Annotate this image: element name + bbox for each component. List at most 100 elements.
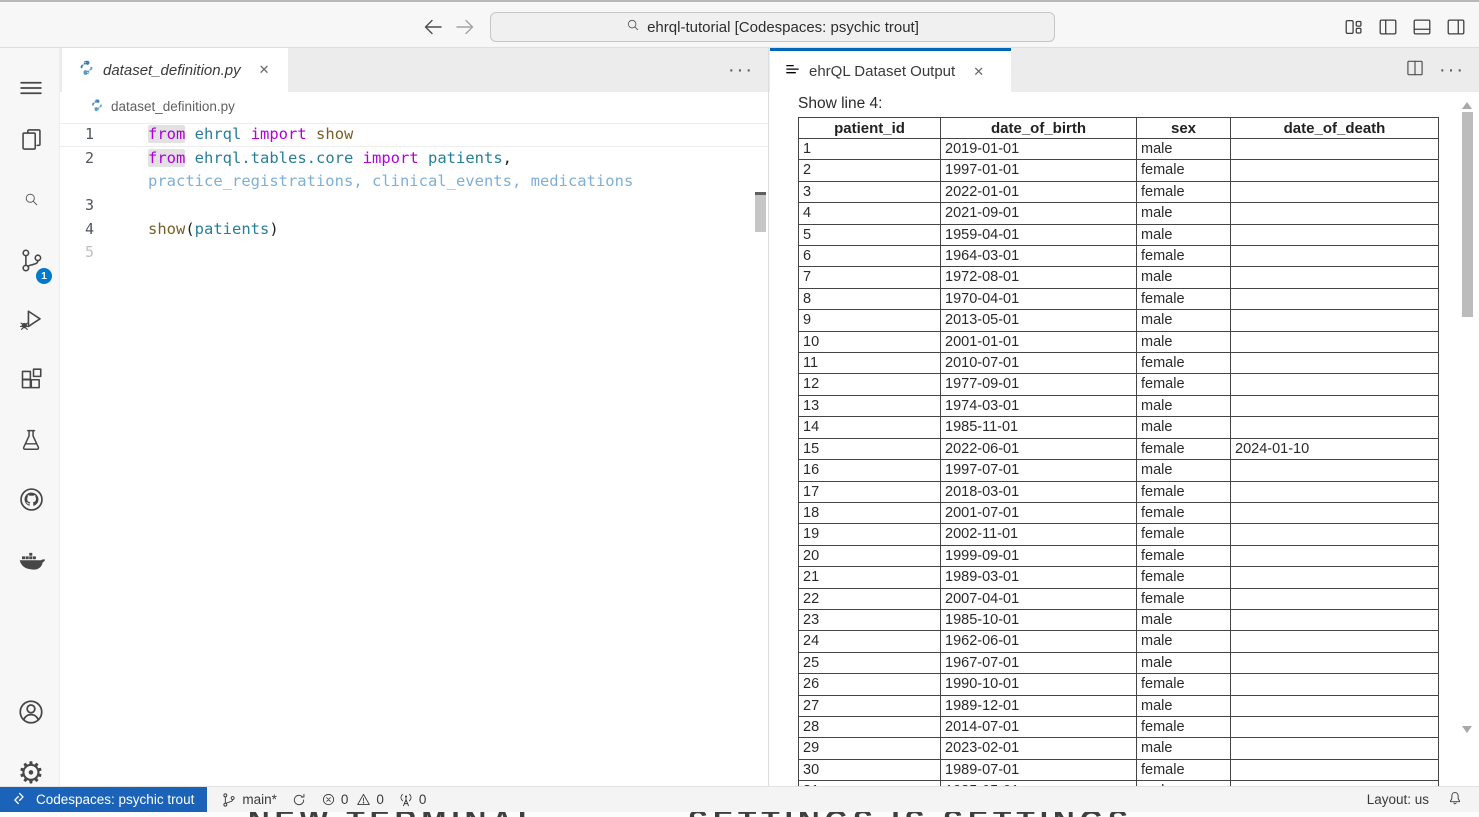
table-cell xyxy=(1231,567,1439,588)
table-cell: 1997-07-01 xyxy=(941,460,1137,481)
tab-dataset-definition[interactable]: dataset_definition.py ✕ xyxy=(62,48,288,92)
tab-ehrql-dataset-output[interactable]: ehrQL Dataset Output ✕ xyxy=(770,48,1011,92)
remote-indicator[interactable]: Codespaces: psychic trout xyxy=(0,787,207,813)
sidebar-item-search[interactable] xyxy=(13,184,49,220)
table-cell: 9 xyxy=(799,310,941,331)
table-row: 42021-09-01male xyxy=(799,203,1439,224)
table-cell: male xyxy=(1137,139,1231,160)
table-cell: female xyxy=(1137,502,1231,523)
branch-status[interactable]: main* xyxy=(221,792,277,808)
sidebar-item-source-control[interactable]: 1 xyxy=(13,245,49,281)
ports-status[interactable]: 0 xyxy=(398,792,427,808)
table-row: 81970-04-01female xyxy=(799,288,1439,309)
search-icon xyxy=(626,18,640,36)
code-line[interactable]: 5 xyxy=(60,241,768,265)
table-row: 261990-10-01female xyxy=(799,674,1439,695)
toggle-primary-sidebar-icon[interactable] xyxy=(1377,16,1399,38)
nav-forward-button[interactable] xyxy=(452,15,478,39)
tab-close-icon[interactable]: ✕ xyxy=(259,62,270,78)
code-line[interactable]: 2from ehrql.tables.core import patients, xyxy=(60,147,768,171)
table-row: 271989-12-01male xyxy=(799,695,1439,716)
table-cell xyxy=(1231,631,1439,652)
table-cell: 1985-10-01 xyxy=(941,609,1137,630)
problems-errors[interactable]: 0 xyxy=(321,792,349,807)
table-cell: female xyxy=(1137,545,1231,566)
table-cell xyxy=(1231,374,1439,395)
editor-scrollbar[interactable] xyxy=(755,195,766,232)
table-cell: 30 xyxy=(799,759,941,780)
webview-scrollbar[interactable] xyxy=(1462,112,1473,317)
table-cell: 15 xyxy=(799,438,941,459)
settings-icon: ⚙ xyxy=(18,759,45,789)
scrollbar-down-icon[interactable] xyxy=(1462,726,1472,733)
code-text: from ehrql.tables.core import patients, xyxy=(148,147,512,171)
command-center-search[interactable]: ehrql-tutorial [Codespaces: psychic trou… xyxy=(490,12,1055,42)
github-icon xyxy=(18,486,45,518)
table-row: 201999-09-01female xyxy=(799,545,1439,566)
toggle-panel-icon[interactable] xyxy=(1411,16,1433,38)
code-editor[interactable]: 1from ehrql import show2from ehrql.table… xyxy=(60,120,768,786)
code-line[interactable]: 1from ehrql import show xyxy=(60,123,768,147)
table-cell: 1989-03-01 xyxy=(941,567,1137,588)
problems-warnings[interactable]: 0 xyxy=(356,792,384,807)
sidebar-item-docker[interactable] xyxy=(13,544,49,580)
tab-close-icon[interactable]: ✕ xyxy=(973,64,984,80)
tab-label: ehrQL Dataset Output xyxy=(809,63,955,80)
table-cell: 23 xyxy=(799,609,941,630)
table-cell xyxy=(1231,353,1439,374)
sidebar-item-run-debug[interactable] xyxy=(13,304,49,340)
table-header-cell: patient_id xyxy=(799,118,941,139)
table-cell: male xyxy=(1137,460,1231,481)
artifact-text-left: NEW TERMINAL xyxy=(248,812,541,817)
run-debug-icon xyxy=(17,306,45,339)
sidebar-item-explorer[interactable] xyxy=(13,124,49,160)
webview-editor-group: ehrQL Dataset Output ✕ ··· Show line 4: … xyxy=(768,48,1479,786)
table-cell: 25 xyxy=(799,652,941,673)
table-row: 131974-03-01male xyxy=(799,395,1439,416)
table-cell: female xyxy=(1137,759,1231,780)
table-cell xyxy=(1231,652,1439,673)
titlebar: ehrql-tutorial [Codespaces: psychic trou… xyxy=(0,0,1479,48)
table-cell: 27 xyxy=(799,695,941,716)
table-cell: 1962-06-01 xyxy=(941,631,1137,652)
table-header-cell: date_of_death xyxy=(1231,118,1439,139)
output-list-icon xyxy=(784,61,801,83)
table-cell xyxy=(1231,759,1439,780)
breadcrumb[interactable]: dataset_definition.py xyxy=(60,92,768,120)
sidebar-item-testing[interactable] xyxy=(13,424,49,460)
toggle-secondary-sidebar-icon[interactable] xyxy=(1445,16,1467,38)
table-row: 292023-02-01male xyxy=(799,738,1439,759)
table-cell: 10 xyxy=(799,331,941,352)
table-cell: male xyxy=(1137,224,1231,245)
table-cell: 1970-04-01 xyxy=(941,288,1137,309)
sidebar-item-extensions[interactable] xyxy=(13,364,49,400)
code-line[interactable]: 4show(patients) xyxy=(60,218,768,242)
line-number: 5 xyxy=(60,241,94,265)
sidebar-item-menu[interactable] xyxy=(13,72,49,108)
table-cell: 2002-11-01 xyxy=(941,524,1137,545)
code-line[interactable]: practice_registrations, clinical_events,… xyxy=(60,170,768,194)
table-cell xyxy=(1231,288,1439,309)
table-row: 92013-05-01male xyxy=(799,310,1439,331)
table-row: 121977-09-01female xyxy=(799,374,1439,395)
sidebar-item-github[interactable] xyxy=(13,484,49,520)
editor-more-actions-icon[interactable]: ··· xyxy=(728,59,754,82)
line-number: 4 xyxy=(60,218,94,242)
sidebar-item-account[interactable] xyxy=(13,696,49,732)
status-label: 0 xyxy=(341,792,349,807)
sync-button[interactable] xyxy=(291,792,307,808)
table-header-cell: date_of_birth xyxy=(941,118,1137,139)
customize-layout-icon[interactable] xyxy=(1343,16,1365,38)
nav-back-button[interactable] xyxy=(420,15,446,39)
table-cell: 3 xyxy=(799,181,941,202)
layout-indicator[interactable]: Layout: us xyxy=(1367,792,1429,807)
code-line[interactable]: 3 xyxy=(60,194,768,218)
split-editor-icon[interactable] xyxy=(1405,58,1425,83)
table-cell: 11 xyxy=(799,353,941,374)
table-cell xyxy=(1231,395,1439,416)
bell-icon[interactable] xyxy=(1447,790,1463,809)
table-cell: male xyxy=(1137,203,1231,224)
scrollbar-up-icon[interactable] xyxy=(1462,102,1472,109)
panel-more-actions-icon[interactable]: ··· xyxy=(1439,59,1465,82)
table-cell xyxy=(1231,417,1439,438)
